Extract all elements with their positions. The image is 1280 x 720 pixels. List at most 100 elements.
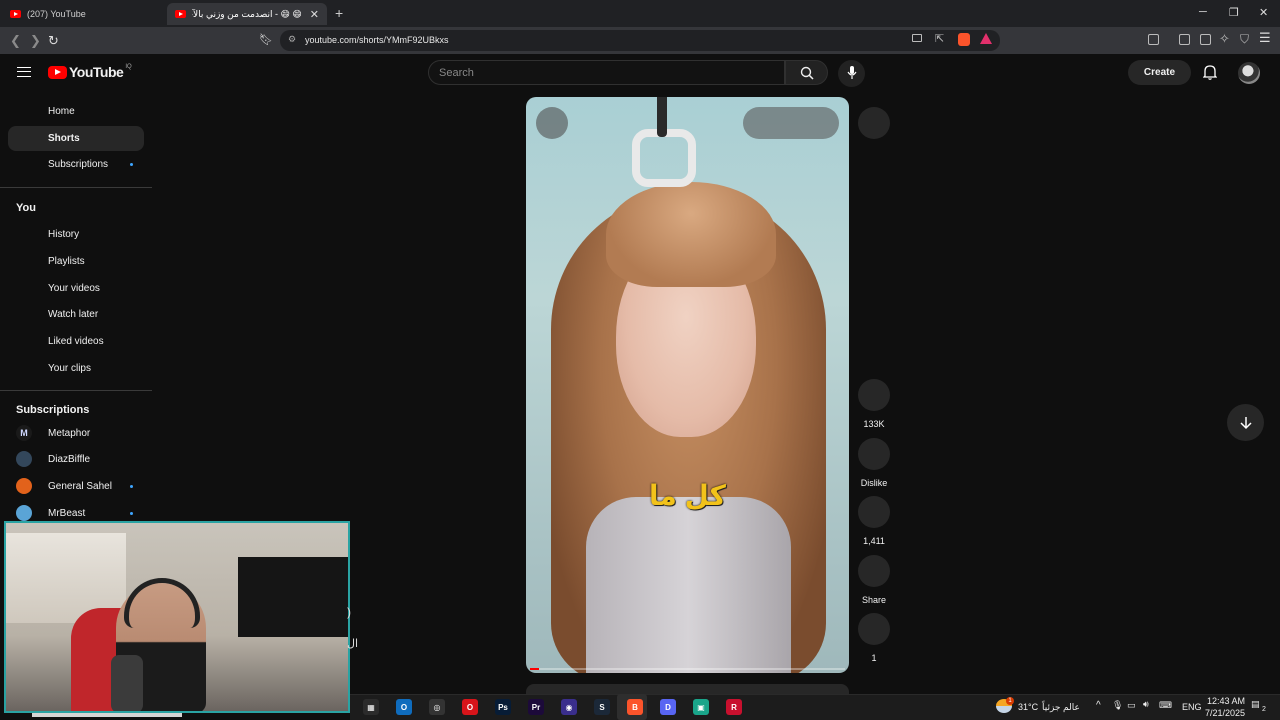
channel-name: DiazBiffle (48, 454, 91, 465)
taskbar-app-icon[interactable]: O (396, 699, 412, 715)
clock-time[interactable]: 12:43 AM (1207, 696, 1245, 706)
notifications-bell-icon[interactable] (1203, 64, 1217, 80)
taskbar-app-icon[interactable]: ▣ (693, 699, 709, 715)
sidebar-item-shorts[interactable]: Shorts (8, 126, 144, 151)
back-icon[interactable]: ❮ (10, 33, 21, 49)
share-button[interactable]: Share (858, 555, 890, 605)
sidebar-divider (0, 187, 152, 188)
sidebar-item-your-clips[interactable]: Your clips (8, 356, 144, 381)
logo-country-code: IQ (125, 64, 132, 70)
restore-button[interactable]: ❐ (1229, 6, 1239, 19)
sidebar-item-label: Liked videos (48, 336, 104, 347)
reload-icon[interactable]: ↻ (48, 33, 59, 49)
site-info-icon[interactable]: ⚙︎ (288, 34, 296, 45)
wallet-icon[interactable] (1200, 34, 1211, 45)
video-progress-fill (530, 668, 540, 670)
taskbar-app-icon[interactable]: Pr (528, 699, 544, 715)
search-box[interactable]: Search (428, 60, 785, 85)
video-progress-bar[interactable] (530, 668, 845, 670)
voice-search-button[interactable] (838, 60, 865, 87)
temperature[interactable]: 31°C (1018, 702, 1038, 712)
browser-menu-icon[interactable]: ☰ (1259, 30, 1271, 46)
volume-control[interactable] (743, 107, 839, 139)
taskbar-app-icon[interactable]: R (726, 699, 742, 715)
sidebar-toggle-icon[interactable] (1179, 34, 1190, 45)
taskbar-app-icon[interactable]: ◎ (429, 699, 445, 715)
keyboard-icon[interactable]: ⌨ (1159, 700, 1172, 711)
share-icon[interactable]: ⇱ (935, 32, 944, 45)
sidebar-item-liked-videos[interactable]: Liked videos (8, 329, 144, 354)
close-window-button[interactable]: ✕ (1259, 6, 1268, 19)
volume-icon[interactable]: 🔊︎ (1143, 699, 1149, 710)
network-icon[interactable]: ▭ (1127, 700, 1136, 711)
search-button[interactable] (785, 60, 828, 85)
subscription-general-sahel[interactable]: General Sahel (8, 474, 144, 499)
comment-count: 1,411 (863, 536, 885, 546)
webcam-bottom-strip (32, 713, 182, 717)
new-tab-button[interactable]: + (335, 5, 343, 21)
subscription-diazbiffle[interactable]: DiazBiffle (8, 447, 144, 472)
cast-icon[interactable] (912, 34, 922, 42)
clock-date[interactable]: 7/21/2025 (1205, 708, 1245, 718)
new-content-dot (130, 485, 133, 488)
taskbar-app-icon[interactable]: Ps (495, 699, 511, 715)
sidebar-item-subscriptions[interactable]: Subscriptions (8, 152, 144, 177)
leo-ai-icon[interactable]: ✧ (1219, 31, 1230, 47)
you-heading[interactable]: You (16, 202, 36, 214)
vpn-icon[interactable]: ⛉ (1240, 32, 1249, 47)
comment-icon (858, 496, 890, 528)
forward-icon[interactable]: ❯ (30, 33, 41, 49)
like-count: 133K (863, 419, 885, 429)
brave-rewards-icon[interactable] (980, 33, 992, 44)
taskbar-app-icon[interactable]: ◉ (561, 699, 577, 715)
shorts-video-player[interactable]: كل ما (526, 97, 849, 673)
browser-toolbar: ❮ ❯ ↻ 🔖︎ ⚙︎ youtube.com/shorts/YMmF92UBk… (0, 27, 1280, 54)
taskbar-app-icon[interactable]: O (462, 699, 478, 715)
remix-icon (858, 613, 890, 645)
tab-short[interactable]: 😄 😄 - انصدمت من وزني بالآخر ✕ (167, 3, 327, 25)
account-avatar[interactable] (1238, 62, 1260, 84)
create-button[interactable]: Create (1128, 60, 1191, 85)
taskbar-app-icon[interactable]: B (627, 699, 643, 715)
taskbar-app-icon[interactable]: ▦ (363, 699, 379, 715)
sidebar-item-watch-later[interactable]: Watch later (8, 302, 144, 327)
bookmark-icon[interactable]: 🔖︎ (259, 33, 273, 46)
youtube-logo[interactable]: YouTube IQ (48, 64, 132, 80)
channel-avatar (16, 451, 32, 467)
sidebar-item-label: Watch later (48, 309, 99, 320)
subscription-metaphor[interactable]: M Metaphor (8, 421, 144, 446)
more-options-button[interactable] (858, 107, 890, 139)
microphone-tray-icon[interactable]: 🎙︎ (1112, 700, 1123, 711)
tab-close-icon[interactable]: ✕ (310, 8, 319, 21)
next-short-button[interactable] (1227, 404, 1264, 441)
search-input[interactable]: Search (439, 67, 474, 79)
input-language[interactable]: ENG (1182, 702, 1202, 712)
like-button[interactable]: 133K (858, 379, 890, 429)
subscriptions-heading: Subscriptions (16, 404, 90, 416)
logo-wordmark: YouTube (69, 64, 124, 80)
weather-condition[interactable]: عالم جزئياً (1042, 702, 1080, 713)
taskbar-app-icon[interactable]: S (594, 699, 610, 715)
tab-youtube[interactable]: (207) YouTube (2, 3, 162, 25)
clipped-text: ال (347, 638, 359, 650)
brave-shields-icon[interactable] (958, 33, 970, 46)
reader-mode-icon[interactable] (1148, 34, 1159, 45)
remix-button[interactable]: 1 (858, 613, 890, 663)
channel-name: General Sahel (48, 481, 112, 492)
sidebar-divider (0, 390, 152, 391)
share-label: Share (861, 595, 887, 605)
taskbar-app-icon[interactable]: D (660, 699, 676, 715)
notifications-icon[interactable]: ▤ (1251, 699, 1260, 710)
address-bar[interactable]: ⚙︎ youtube.com/shorts/YMmF92UBkxs ⇱ (280, 30, 1000, 51)
sidebar-item-history[interactable]: History (8, 222, 144, 247)
sidebar-item-your-videos[interactable]: Your videos (8, 276, 144, 301)
play-pause-button[interactable] (536, 107, 568, 139)
guide-menu-icon[interactable] (17, 67, 31, 77)
comments-button[interactable]: 1,411 (858, 496, 890, 546)
minimize-button[interactable]: ─ (1199, 6, 1207, 18)
share-icon (858, 555, 890, 587)
dislike-button[interactable]: Dislike (858, 438, 890, 488)
sidebar-item-home[interactable]: Home (8, 99, 144, 124)
sidebar-item-playlists[interactable]: Playlists (8, 249, 144, 274)
show-hidden-icons-chevron-icon[interactable]: ^ (1096, 700, 1101, 711)
